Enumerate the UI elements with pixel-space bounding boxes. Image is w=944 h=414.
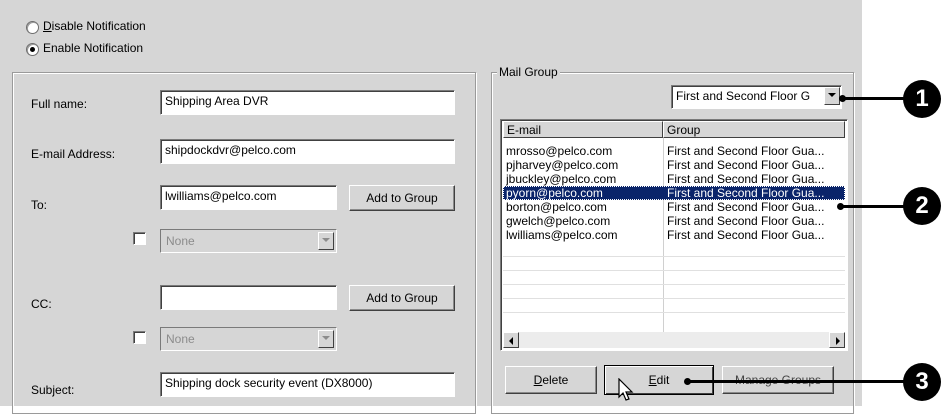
callout-1-line [842,97,906,100]
to-label: To: [31,198,48,212]
row-email: gwelch@pelco.com [506,214,611,228]
chevron-down-icon-glyph [828,93,836,97]
row-group: First and Second Floor Gua... [667,158,825,172]
row-group: First and Second Floor Gua... [667,186,825,200]
cc-group-checkbox[interactable] [133,331,146,344]
row-email: borton@pelco.com [506,200,607,214]
chevron-down-icon[interactable] [318,232,334,250]
chevron-down-icon-glyph [322,336,330,340]
callout-2-badge: 2 [903,187,941,225]
notification-panel: Disable Notification Enable Notification… [0,0,862,414]
list-item[interactable]: pjharvey@pelco.com First and Second Floor… [503,158,845,172]
list-item[interactable]: jbuckley@pelco.com First and Second Floor… [503,172,845,186]
mail-group-title: Mail Group [497,65,560,79]
mouse-pointer-icon [618,378,634,401]
row-email: pjharvey@pelco.com [506,158,619,172]
row-divider [503,284,845,285]
callout-3-line [687,380,905,383]
row-email: pyorn@pelco.com [506,186,603,200]
enable-notification-label[interactable]: Enable Notification [43,41,143,55]
list-item[interactable]: lwilliams@pelco.com First and Second Floo… [503,228,845,242]
row-divider [503,256,845,257]
radio-selected-dot [30,47,35,52]
full-name-input[interactable]: Shipping Area DVR [160,90,455,115]
row-email: jbuckley@pelco.com [506,172,617,186]
horizontal-scrollbar[interactable] [503,332,845,348]
mail-group-select-value: First and Second Floor G [676,89,811,103]
row-divider [503,298,845,299]
email-address-input[interactable]: shipdockdvr@pelco.com [160,139,455,164]
to-add-to-group-button[interactable]: Add to Group [349,185,455,211]
cc-group-select-value: None [166,332,195,346]
to-group-select[interactable]: None [160,229,337,253]
row-divider [503,270,845,271]
subject-input[interactable]: Shipping dock security event (DX8000) [160,372,455,397]
disable-notification-radio[interactable] [26,21,39,34]
row-divider [503,312,845,313]
mail-group-list[interactable]: E-mail Group mrosso@pelco.com First and S… [500,119,848,351]
callout-2-line [840,205,906,208]
cc-group-select[interactable]: None [160,327,337,351]
chevron-down-icon[interactable] [318,330,334,348]
callout-1-badge: 1 [903,80,941,118]
row-group: First and Second Floor Gua... [667,228,825,242]
cc-add-to-group-button[interactable]: Add to Group [349,285,455,311]
row-email: lwilliams@pelco.com [506,228,618,242]
arrow-left-icon[interactable] [503,332,519,348]
arrow-right-icon-glyph [836,337,840,345]
enable-notification-radio[interactable] [26,43,39,56]
chevron-down-icon-glyph [322,238,330,242]
list-item[interactable]: mrosso@pelco.com First and Second Floor G… [503,144,845,158]
email-address-label: E-mail Address: [31,147,116,161]
subject-label: Subject: [31,383,75,397]
to-group-select-value: None [166,234,195,248]
list-item[interactable]: gwelch@pelco.com First and Second Floor G… [503,214,845,228]
mail-group-select[interactable]: First and Second Floor G [671,85,842,109]
row-group: First and Second Floor Gua... [667,214,825,228]
to-input[interactable]: lwilliams@pelco.com [160,185,337,210]
cc-input[interactable] [160,285,337,310]
to-group-checkbox[interactable] [133,232,146,245]
list-item[interactable]: borton@pelco.com First and Second Floor G… [503,200,845,214]
chevron-down-icon[interactable] [824,87,840,105]
arrow-right-icon[interactable] [829,332,845,348]
disable-notification-label[interactable]: Disable Notification [43,19,146,33]
delete-button[interactable]: Delete [505,366,597,394]
row-email: mrosso@pelco.com [506,144,613,158]
list-item-selected[interactable]: pyorn@pelco.com First and Second Floor Gu… [503,186,845,200]
row-group: First and Second Floor Gua... [667,200,825,214]
callout-3-badge: 3 [903,363,941,401]
column-header-group[interactable]: Group [663,121,845,138]
cc-label: CC: [31,297,52,311]
row-group: First and Second Floor Gua... [667,172,825,186]
column-header-email[interactable]: E-mail [503,121,663,138]
arrow-left-icon-glyph [509,337,513,345]
row-group: First and Second Floor Gua... [667,144,825,158]
full-name-label: Full name: [31,97,88,111]
